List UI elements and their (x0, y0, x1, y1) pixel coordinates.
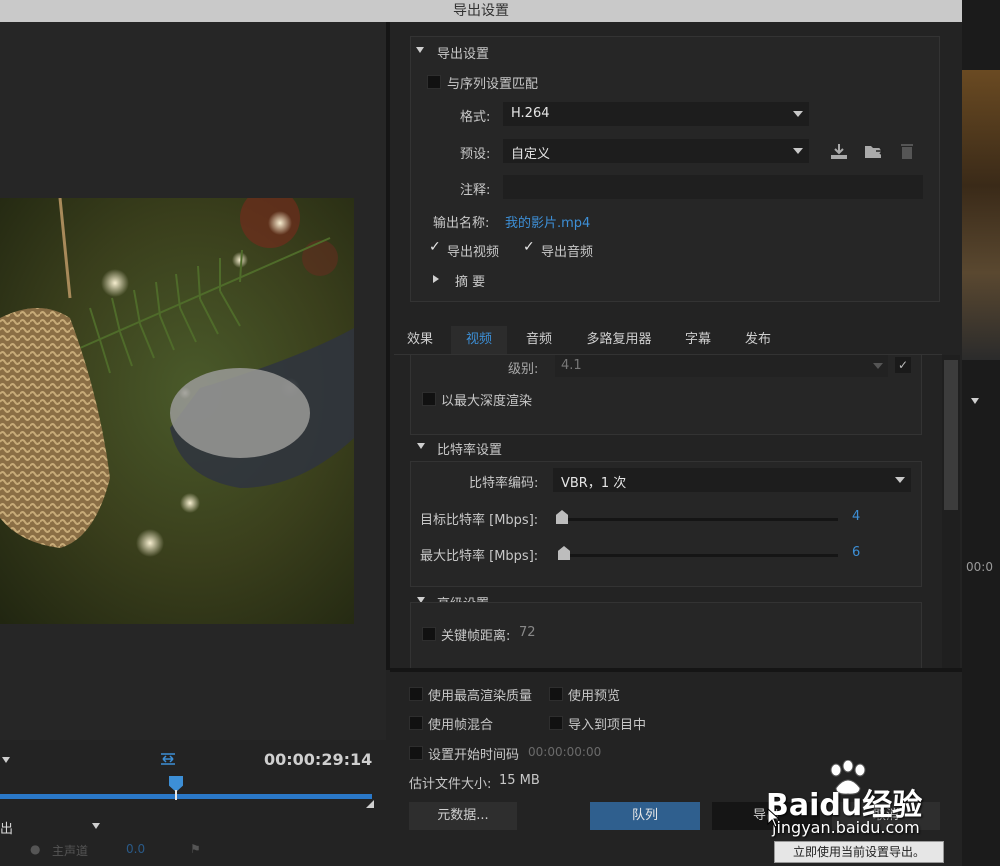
chevron-down-icon[interactable] (2, 757, 10, 763)
background-timecode: 00:0 (966, 560, 993, 574)
target-bitrate-slider[interactable] (558, 518, 838, 521)
chevron-down-icon (971, 398, 979, 404)
collapse-icon[interactable] (417, 443, 425, 449)
comments-input[interactable] (503, 175, 923, 199)
level-checkbox[interactable]: ✓ (895, 357, 911, 373)
frame-blending-label: 使用帧混合 (428, 718, 494, 733)
track-value: 0.0 (126, 842, 146, 856)
match-sequence-label: 与序列设置匹配 (447, 77, 539, 92)
start-timecode-label: 设置开始时间码 (428, 748, 520, 763)
source-controls: 00:00:29:14 出 ● 主声道 0.0 ⚑ (0, 740, 386, 866)
max-bitrate-value[interactable]: 6 (852, 545, 860, 560)
level-select[interactable]: 4.1 (555, 355, 888, 377)
preset-label: 预设: (460, 147, 491, 162)
estimated-size-value: 15 MB (499, 773, 540, 788)
tab-publish[interactable]: 发布 (733, 326, 783, 354)
max-render-quality-label: 使用最高渲染质量 (428, 689, 533, 704)
comments-label: 注释: (460, 183, 491, 198)
tab-audio[interactable]: 音频 (513, 326, 565, 354)
background-panel: 00:0 (962, 0, 1000, 866)
out-point-marker[interactable] (366, 800, 374, 808)
bitrate-section-title: 比特率设置 (437, 443, 503, 458)
section-title-export: 导出设置 (437, 47, 490, 62)
frame-blending-checkbox[interactable] (409, 716, 423, 730)
metadata-button[interactable]: 元数据... (409, 802, 517, 830)
tab-effects[interactable]: 效果 (396, 326, 444, 354)
video-preview (0, 198, 354, 624)
preset-select[interactable]: 自定义 (503, 139, 809, 163)
baidu-watermark: Baidu经验 jingyan.baidu.com (766, 759, 998, 840)
match-sequence-checkbox[interactable] (427, 75, 441, 89)
track-icon: ● (30, 842, 41, 856)
mouse-cursor-icon (767, 807, 781, 828)
tab-video[interactable]: 视频 (451, 326, 507, 354)
bitrate-encoding-select[interactable]: VBR，1 次 (553, 468, 911, 492)
background-thumbnail (962, 70, 1000, 360)
chevron-down-icon (92, 823, 100, 829)
chevron-down-icon (873, 363, 883, 369)
keyframe-value[interactable]: 72 (519, 625, 536, 640)
output-name-label: 输出名称: (433, 216, 490, 231)
timeline-bar[interactable] (0, 794, 372, 799)
chevron-down-icon (895, 477, 905, 483)
timecode: 00:00:29:14 (264, 750, 373, 769)
format-value: H.264 (511, 106, 550, 121)
preset-value: 自定义 (511, 147, 551, 162)
max-bitrate-label: 最大比特率 [Mbps]: (420, 549, 539, 564)
tab-captions[interactable]: 字幕 (673, 326, 723, 354)
playhead-line (175, 790, 177, 800)
target-bitrate-label: 目标比特率 [Mbps]: (420, 513, 539, 528)
collapse-icon[interactable] (416, 47, 424, 53)
start-timecode-checkbox[interactable] (409, 746, 423, 760)
max-render-quality-checkbox[interactable] (409, 687, 423, 701)
save-preset-icon[interactable] (830, 142, 848, 160)
keyframe-label: 关键帧距离: (441, 629, 511, 644)
max-depth-checkbox[interactable] (422, 392, 436, 406)
use-previews-checkbox[interactable] (549, 687, 563, 701)
import-to-project-checkbox[interactable] (549, 716, 563, 730)
export-video-checkbox[interactable]: ✓ (429, 239, 441, 255)
fit-range-icon[interactable] (160, 752, 176, 766)
estimated-size-label: 估计文件大小: (409, 777, 492, 792)
export-video-label: 导出视频 (447, 245, 500, 260)
use-previews-label: 使用预览 (568, 689, 621, 704)
chevron-down-icon (793, 148, 803, 154)
queue-button[interactable]: 队列 (590, 802, 700, 830)
max-bitrate-slider[interactable] (558, 554, 838, 557)
chevron-down-icon (793, 111, 803, 117)
format-select[interactable]: H.264 (503, 102, 809, 126)
tab-multiplexer[interactable]: 多路复用器 (577, 326, 661, 354)
export-audio-label: 导出音频 (541, 245, 594, 260)
export-audio-checkbox[interactable]: ✓ (523, 239, 535, 255)
window-title: 导出设置 (0, 0, 962, 22)
track-label: 主声道 (52, 844, 89, 858)
summary-label[interactable]: 摘 要 (455, 271, 485, 290)
target-bitrate-value[interactable]: 4 (852, 509, 860, 524)
export-tooltip: 立即使用当前设置导出。 (774, 841, 944, 863)
import-to-project-label: 导入到项目中 (568, 718, 647, 733)
watermark-url: jingyan.baidu.com (772, 818, 920, 837)
scrollbar-thumb[interactable] (944, 360, 958, 510)
delete-preset-icon[interactable] (900, 142, 914, 160)
output-select[interactable]: 出 (0, 814, 108, 838)
flag-icon: ⚑ (190, 842, 201, 856)
keyframe-checkbox[interactable] (422, 627, 436, 641)
preview-image (0, 198, 354, 624)
max-depth-label: 以最大深度渲染 (441, 394, 533, 409)
format-label: 格式: (460, 110, 491, 125)
level-label: 级别: (508, 362, 539, 377)
import-preset-icon[interactable] (864, 142, 885, 160)
expand-icon[interactable] (433, 275, 439, 283)
start-timecode-value: 00:00:00:00 (528, 745, 602, 759)
output-name-link[interactable]: 我的影片.mp4 (505, 212, 590, 231)
bitrate-encoding-label: 比特率编码: (469, 476, 539, 491)
